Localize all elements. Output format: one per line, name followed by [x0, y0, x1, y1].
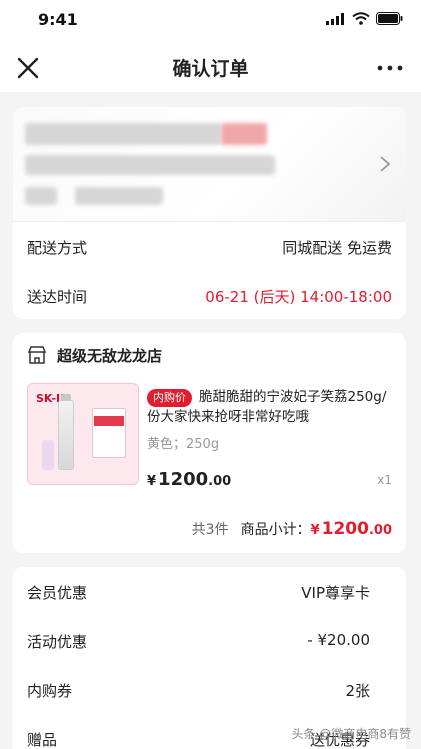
nav-bar: 确认订单 — [0, 44, 421, 92]
subtotal-decimal: .00 — [368, 523, 392, 538]
gift-box-strip — [94, 416, 124, 426]
status-icons — [326, 12, 403, 25]
coupon-value[interactable]: 2张 — [345, 680, 370, 701]
chevron-right-icon — [380, 156, 391, 172]
signal-icon — [326, 12, 344, 25]
product-image[interactable]: SK-II — [27, 383, 139, 485]
address-line2-redacted — [25, 187, 57, 205]
battery-icon — [376, 12, 403, 25]
small-bottle — [42, 440, 54, 470]
price-integer: 1200 — [158, 469, 209, 490]
address-line1-redacted — [25, 155, 275, 175]
status-time: 9:41 — [38, 10, 78, 29]
address-phone-redacted — [221, 123, 267, 145]
price-decimal: .00 — [208, 474, 232, 489]
order-subtotal: 共3件 商品小计：¥ 1200.00 — [192, 519, 392, 539]
item-count: 共3件 — [191, 522, 229, 538]
delivery-time-label: 送达时间 — [27, 288, 88, 306]
member-discount-value[interactable]: VIP尊享卡 — [301, 582, 370, 603]
subtotal-label: 商品小计： — [240, 522, 311, 538]
delivery-method-label: 配送方式 — [27, 239, 88, 257]
product-spec: 黄色；250g — [147, 437, 220, 452]
promotions-card: 会员优惠 VIP尊享卡 活动优惠 - ¥20.00 内购券 2张 赠品 送优惠券 — [13, 567, 406, 749]
activity-discount-label: 活动优惠 — [27, 633, 88, 651]
address-selector[interactable] — [13, 107, 406, 221]
delivery-card: 配送方式 同城配送 免运费 送达时间 06-21 (后天) 14:00-18:0… — [13, 107, 406, 319]
price-currency: ¥ — [147, 474, 157, 489]
store-card: 超级无敌龙龙店 SK-II 脆甜脆甜的宁波妃子笑荔250g/份大家快来抢呀非常好… — [13, 333, 406, 553]
address-name-redacted — [25, 123, 221, 145]
delivery-time-value[interactable]: 06-21 (后天) 14:00-18:00 — [205, 286, 392, 307]
store-name[interactable]: 超级无敌龙龙店 — [57, 345, 162, 366]
product-price: ¥1200.00 — [147, 469, 231, 490]
subtotal-currency: ¥ — [310, 523, 320, 538]
product-quantity: x1 — [377, 473, 392, 487]
subtotal-amount: ¥1200.00 — [311, 519, 392, 539]
delivery-method-value[interactable]: 同城配送 免运费 — [282, 237, 392, 258]
status-bar: 9:41 — [0, 0, 421, 44]
gift-label: 赠品 — [27, 731, 58, 749]
more-icon[interactable] — [375, 54, 405, 82]
price-tag-badge: 内购价 — [147, 389, 192, 407]
activity-discount-value[interactable]: - ¥20.00 — [307, 631, 370, 649]
store-icon — [27, 346, 47, 364]
subtotal-integer: 1200 — [321, 519, 369, 539]
address-line3-redacted — [75, 187, 163, 205]
coupon-label: 内购券 — [27, 682, 73, 700]
wifi-icon — [352, 12, 370, 25]
watermark: 头条 @微商电商8有赞 — [291, 727, 411, 741]
divider — [13, 221, 406, 222]
member-discount-label: 会员优惠 — [27, 584, 88, 602]
bottle — [58, 400, 74, 470]
page-title: 确认订单 — [172, 58, 249, 80]
